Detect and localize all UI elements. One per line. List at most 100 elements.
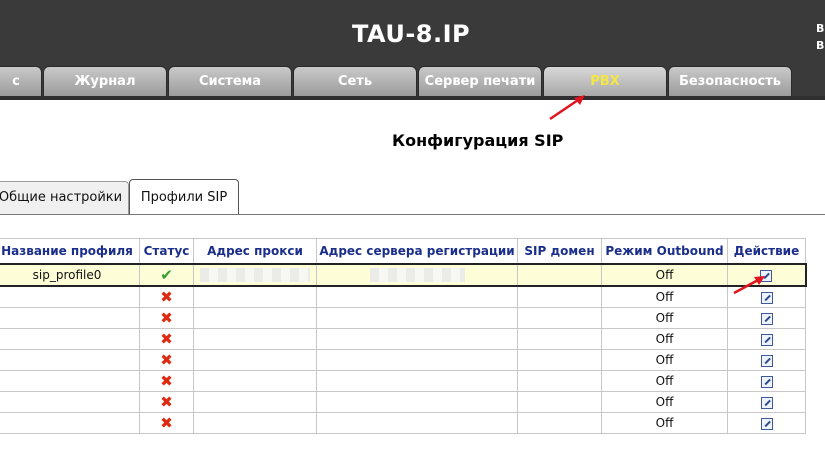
profile-name-cell: [0, 370, 140, 392]
subtab-label: Профили SIP: [140, 190, 228, 205]
column-header-status: Статус: [139, 238, 194, 265]
sip-domain-cell: [517, 328, 602, 350]
subtab-label: Общие настройки: [0, 190, 123, 205]
outbound-mode-cell: Off: [601, 412, 728, 434]
edit-icon[interactable]: [760, 354, 773, 367]
registrar-address-cell: [316, 412, 518, 434]
action-cell: [727, 307, 806, 329]
status-cell: ✖: [139, 391, 194, 413]
tab-label: Безопасность: [678, 74, 782, 89]
profile-name-cell: [0, 285, 140, 308]
action-cell: [727, 349, 806, 371]
action-cell: [727, 412, 806, 434]
app-header: TAU-8.IP В В с Журнал Система Сеть Серве…: [0, 0, 825, 100]
tab-security[interactable]: Безопасность: [668, 66, 792, 97]
status-cell: ✔: [139, 263, 194, 287]
outbound-mode-cell: Off: [601, 370, 728, 392]
sip-domain-cell: [517, 370, 602, 392]
redacted-proxy-address: [200, 268, 310, 283]
proxy-address-cell: [193, 328, 317, 350]
sip-domain-cell: [517, 285, 602, 308]
registrar-address-cell: [316, 307, 518, 329]
profile-name-cell: [0, 328, 140, 350]
proxy-address-cell: [193, 285, 317, 308]
registrar-address-cell: [316, 349, 518, 371]
app-title: TAU-8.IP: [352, 20, 471, 48]
tab-system[interactable]: Система: [168, 66, 292, 97]
proxy-address-cell: [193, 391, 317, 413]
tab-label: Сервер печати: [424, 74, 536, 89]
edit-icon[interactable]: [760, 375, 773, 388]
subtab-general-settings[interactable]: Общие настройки: [0, 181, 129, 214]
registrar-address-cell: [316, 391, 518, 413]
cross-icon: ✖: [160, 393, 173, 411]
column-header-sip-domain: SIP домен: [517, 238, 602, 265]
registrar-address-cell: [316, 285, 518, 308]
outbound-mode-cell: Off: [601, 328, 728, 350]
cross-icon: ✖: [160, 351, 173, 369]
profile-name-cell: sip_profile0: [0, 263, 140, 287]
tab-print-server[interactable]: Сервер печати: [418, 66, 542, 97]
table-row[interactable]: ✖ Off: [0, 349, 806, 371]
profile-name-cell: [0, 391, 140, 413]
sip-profiles-table: Название профиля Статус Адрес прокси Адр…: [0, 238, 807, 434]
tab-journal[interactable]: Журнал: [43, 66, 167, 97]
cross-icon: ✖: [160, 372, 173, 390]
outbound-mode-cell: Off: [601, 285, 728, 308]
outbound-mode-cell: Off: [601, 263, 728, 287]
table-row[interactable]: ✖ Off: [0, 328, 806, 350]
sip-domain-cell: [517, 349, 602, 371]
subtab-sip-profiles[interactable]: Профили SIP: [129, 179, 239, 215]
table-row[interactable]: ✖ Off: [0, 412, 806, 434]
tab-bar-underline: [0, 96, 825, 100]
edit-icon[interactable]: [760, 333, 773, 346]
annotation-arrow-pbx: [549, 95, 585, 121]
sip-domain-cell: [517, 263, 602, 287]
action-cell: [727, 370, 806, 392]
table-header-row: Название профиля Статус Адрес прокси Адр…: [0, 238, 806, 265]
status-cell: ✖: [139, 307, 194, 329]
registrar-address-cell: [316, 263, 518, 287]
cross-icon: ✖: [160, 330, 173, 348]
proxy-address-cell: [193, 307, 317, 329]
outbound-mode-cell: Off: [601, 307, 728, 329]
sip-domain-cell: [517, 307, 602, 329]
cross-icon: ✖: [160, 414, 173, 432]
registrar-address-cell: [316, 328, 518, 350]
tab-network[interactable]: Сеть: [293, 66, 417, 97]
tab-label: Система: [198, 74, 262, 89]
outbound-mode-cell: Off: [601, 391, 728, 413]
status-cell: ✖: [139, 370, 194, 392]
column-header-profile-name: Название профиля: [0, 238, 140, 265]
proxy-address-cell: [193, 349, 317, 371]
tab-label: с: [12, 74, 20, 89]
header-info-line-2: В: [816, 39, 825, 52]
cross-icon: ✖: [160, 309, 173, 327]
table-row[interactable]: ✖ Off: [0, 285, 806, 308]
table-row[interactable]: ✖ Off: [0, 391, 806, 413]
table-row[interactable]: ✖ Off: [0, 370, 806, 392]
redacted-registrar-address: [369, 268, 465, 283]
page-title: Конфигурация SIP: [392, 131, 564, 150]
action-cell: [727, 391, 806, 413]
profile-name-cell: [0, 307, 140, 329]
tab-label: Журнал: [74, 74, 136, 89]
tab-label: PBX: [590, 74, 620, 89]
header-user-info: В В: [816, 20, 824, 54]
table-row[interactable]: sip_profile0 ✔ Off: [0, 263, 807, 287]
annotation-arrow-edit: [733, 276, 765, 295]
edit-icon[interactable]: [760, 417, 773, 430]
sip-domain-cell: [517, 391, 602, 413]
status-cell: ✖: [139, 349, 194, 371]
proxy-address-cell: [193, 412, 317, 434]
tab-status[interactable]: с: [0, 66, 42, 97]
status-cell: ✖: [139, 328, 194, 350]
edit-icon[interactable]: [760, 396, 773, 409]
edit-icon[interactable]: [760, 312, 773, 325]
tab-label: Сеть: [337, 74, 373, 89]
table-row[interactable]: ✖ Off: [0, 307, 806, 329]
column-header-outbound-mode: Режим Outbound: [601, 238, 728, 265]
profile-name-cell: [0, 412, 140, 434]
status-cell: ✖: [139, 412, 194, 434]
header-info-line-1: В: [816, 22, 825, 35]
